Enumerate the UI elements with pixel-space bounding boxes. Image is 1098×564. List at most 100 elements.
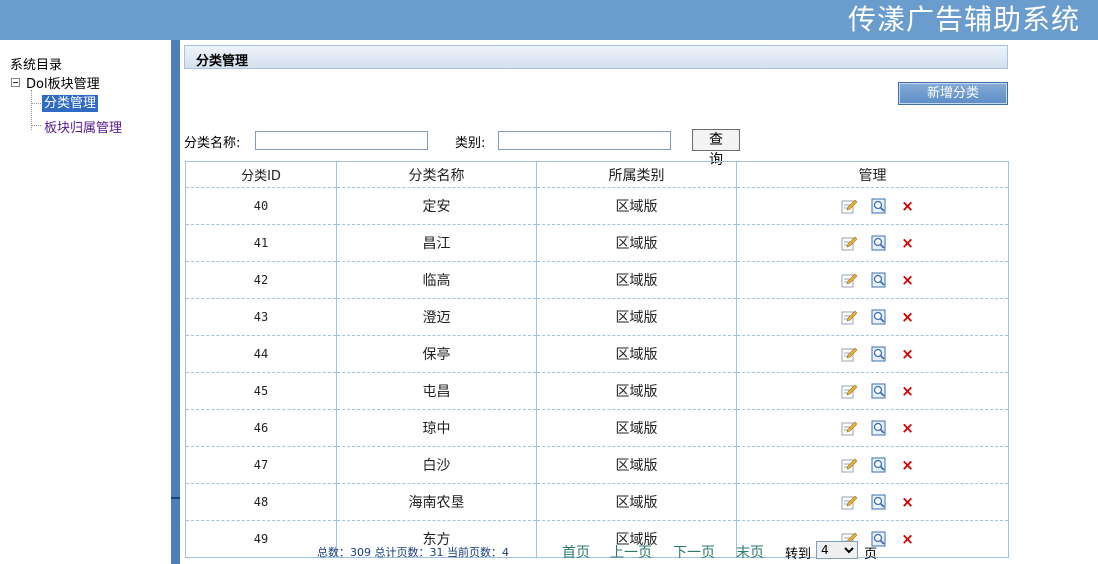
view-icon[interactable] [871, 383, 887, 399]
cell-id: 48 [185, 483, 337, 521]
tree-line [31, 103, 41, 104]
view-icon[interactable] [871, 272, 887, 288]
table-row: 40 定安 区域版 × [185, 187, 1009, 225]
view-icon[interactable] [871, 420, 887, 436]
top-banner: 传漾广告辅助系统 [0, 0, 1098, 40]
edit-icon[interactable] [841, 346, 857, 362]
cell-manage: × [736, 298, 1009, 336]
edit-icon[interactable] [841, 420, 857, 436]
delete-icon[interactable]: × [901, 198, 915, 214]
delete-icon[interactable]: × [901, 383, 915, 399]
edit-icon[interactable] [841, 309, 857, 325]
delete-icon[interactable]: × [901, 272, 915, 288]
query-button[interactable]: 查 询 [692, 129, 740, 168]
table-row: 41 昌江 区域版 × [185, 224, 1009, 262]
page-header: 分类管理 [184, 45, 1008, 69]
type-label: 类别: [455, 136, 486, 151]
cell-type: 区域版 [536, 335, 737, 373]
cell-type: 区域版 [536, 446, 737, 484]
cell-id: 40 [185, 187, 337, 225]
table-header-row: 分类ID 分类名称 所属类别 管理 [185, 161, 1009, 188]
cell-id: 42 [185, 261, 337, 299]
col-header-name: 分类名称 [336, 161, 537, 188]
view-icon[interactable] [871, 494, 887, 510]
cell-name: 海南农垦 [336, 483, 537, 521]
edit-icon[interactable] [841, 198, 857, 214]
cell-type: 区域版 [536, 298, 737, 336]
col-header-id: 分类ID [185, 161, 337, 188]
table-row: 45 屯昌 区域版 × [185, 372, 1009, 410]
view-icon[interactable] [871, 457, 887, 473]
add-category-button[interactable]: 新增分类 [898, 82, 1008, 105]
cell-name: 定安 [336, 187, 537, 225]
cell-name: 琼中 [336, 409, 537, 447]
table-row: 47 白沙 区域版 × [185, 446, 1009, 484]
cell-type: 区域版 [536, 483, 737, 521]
next-page-link[interactable]: 下一页 [673, 542, 715, 562]
edit-icon[interactable] [841, 272, 857, 288]
sidebar-item-category-manage[interactable]: 分类管理 [42, 95, 99, 112]
cell-id: 46 [185, 409, 337, 447]
cell-id: 43 [185, 298, 337, 336]
system-title: 传漾广告辅助系统 [847, 3, 1080, 36]
edit-icon[interactable] [841, 494, 857, 510]
category-name-input[interactable] [255, 131, 428, 150]
cell-type: 区域版 [536, 224, 737, 262]
view-icon[interactable] [871, 198, 887, 214]
view-icon[interactable] [871, 235, 887, 251]
cell-id: 41 [185, 224, 337, 262]
table-row: 42 临高 区域版 × [185, 261, 1009, 299]
delete-icon[interactable]: × [901, 494, 915, 510]
cell-manage: × [736, 187, 1009, 225]
cell-manage: × [736, 483, 1009, 521]
tree-line [31, 90, 32, 130]
sidebar-item-block-belong[interactable]: 板块归属管理 [44, 117, 122, 136]
delete-icon[interactable]: × [901, 457, 915, 473]
delete-icon[interactable]: × [901, 420, 915, 436]
cell-manage: × [736, 372, 1009, 410]
view-icon[interactable] [871, 346, 887, 362]
sidebar-root-label: 系统目录 [10, 58, 63, 73]
cell-manage: × [736, 335, 1009, 373]
sidebar-splitter[interactable] [171, 40, 180, 564]
cell-id: 44 [185, 335, 337, 373]
last-page-link[interactable]: 末页 [736, 542, 764, 562]
cell-manage: × [736, 409, 1009, 447]
page-title: 分类管理 [196, 54, 249, 69]
cell-type: 区域版 [536, 409, 737, 447]
page-suffix: 页 [864, 547, 878, 562]
col-header-manage: 管理 [736, 161, 1009, 188]
cell-id: 47 [185, 446, 337, 484]
edit-icon[interactable] [841, 235, 857, 251]
collapse-icon[interactable] [11, 78, 20, 87]
category-table: 分类ID 分类名称 所属类别 管理 40 定安 区域版 × 41 昌江 区域版 × 42 临高 区域… [185, 161, 1009, 558]
first-page-link[interactable]: 首页 [562, 542, 590, 562]
delete-icon[interactable]: × [901, 309, 915, 325]
splitter-mark [171, 497, 180, 499]
cell-name: 保亭 [336, 335, 537, 373]
cell-manage: × [736, 261, 1009, 299]
cell-name: 澄迈 [336, 298, 537, 336]
cell-type: 区域版 [536, 261, 737, 299]
edit-icon[interactable] [841, 383, 857, 399]
cell-id: 49 [185, 520, 337, 558]
cell-type: 区域版 [536, 187, 737, 225]
table-row: 44 保亭 区域版 × [185, 335, 1009, 373]
col-header-type: 所属类别 [536, 161, 737, 188]
tree-node-dol[interactable]: Dol板块管理 [11, 73, 100, 92]
cell-type: 区域版 [536, 372, 737, 410]
type-input[interactable] [498, 131, 671, 150]
tree-node-label[interactable]: Dol板块管理 [26, 73, 100, 92]
cell-name: 白沙 [336, 446, 537, 484]
table-row: 46 琼中 区域版 × [185, 409, 1009, 447]
delete-icon[interactable]: × [901, 235, 915, 251]
table-row: 43 澄迈 区域版 × [185, 298, 1009, 336]
sidebar: 系统目录 Dol板块管理 分类管理 板块归属管理 [0, 40, 170, 564]
category-name-label: 分类名称: [184, 136, 241, 151]
edit-icon[interactable] [841, 457, 857, 473]
page-select[interactable]: 4 [816, 541, 858, 559]
prev-page-link[interactable]: 上一页 [610, 542, 652, 562]
cell-manage: × [736, 224, 1009, 262]
delete-icon[interactable]: × [901, 346, 915, 362]
view-icon[interactable] [871, 309, 887, 325]
